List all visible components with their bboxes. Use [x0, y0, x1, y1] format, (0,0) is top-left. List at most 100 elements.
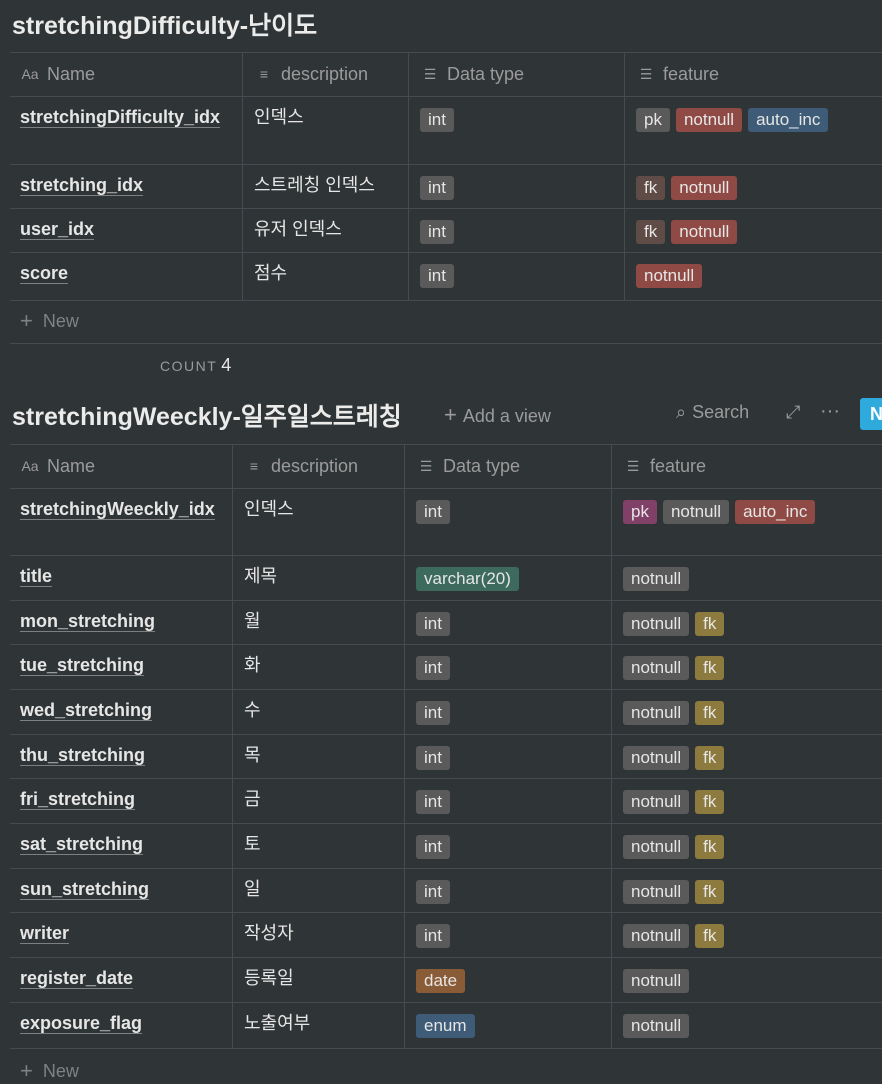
row-description[interactable]: 목 — [244, 742, 261, 768]
row-data-type-cell[interactable]: enum — [416, 1012, 481, 1038]
row-name-cell[interactable]: exposure_flag — [20, 1010, 222, 1036]
row-description[interactable]: 작성자 — [244, 920, 294, 946]
row-name-cell[interactable]: mon_stretching — [20, 608, 222, 634]
row-name-cell[interactable]: wed_stretching — [20, 697, 222, 723]
row-data-type-cell[interactable]: date — [416, 967, 471, 993]
column-header-feature[interactable]: ☰ feature — [623, 444, 706, 488]
row-data-type-cell[interactable]: int — [416, 654, 456, 680]
row-feature-cell[interactable]: notnull fk — [623, 878, 730, 904]
new-row-button[interactable]: + New — [20, 308, 79, 334]
new-button[interactable]: N — [860, 398, 882, 430]
feature-tag: notnull — [623, 656, 690, 680]
expand-icon[interactable]: ⤢ — [786, 402, 800, 423]
row-name-cell[interactable]: tue_stretching — [20, 652, 222, 678]
row-name-cell[interactable]: stretching_idx — [20, 172, 232, 198]
row-name-cell[interactable]: sun_stretching — [20, 876, 222, 902]
add-view-button[interactable]: + Add a view — [444, 402, 551, 428]
row-feature-cell[interactable]: notnull fk — [623, 788, 730, 814]
row-feature-cell[interactable]: notnull — [623, 565, 695, 591]
row-feature-cell[interactable]: fk notnull — [636, 174, 743, 200]
row-feature-cell[interactable]: notnull — [623, 967, 695, 993]
row-data-type-cell[interactable]: int — [416, 788, 456, 814]
list-icon: ☰ — [419, 457, 433, 474]
row-description[interactable]: 화 — [244, 652, 261, 678]
row-description[interactable]: 일 — [244, 876, 261, 902]
row-name-cell[interactable]: user_idx — [20, 216, 232, 242]
row-feature-cell[interactable]: notnull fk — [623, 654, 730, 680]
row-data-type-cell[interactable]: int — [416, 699, 456, 725]
row-divider — [10, 778, 882, 779]
feature-tag: notnull — [623, 746, 690, 770]
row-feature-cell[interactable]: fk notnull — [636, 218, 743, 244]
row-data-type-cell[interactable]: int — [416, 922, 456, 948]
search-button[interactable]: ⌕ Search — [676, 402, 749, 423]
database-title[interactable]: stretchingWeeckly-일주일스트레칭 — [12, 397, 402, 433]
count-summary[interactable]: COUNT 4 — [160, 355, 231, 376]
row-description[interactable]: 월 — [244, 608, 261, 634]
row-name-cell[interactable]: fri_stretching — [20, 786, 222, 812]
row-feature-cell[interactable]: notnull fk — [623, 699, 730, 725]
row-description[interactable]: 인덱스 — [254, 104, 304, 130]
row-description[interactable]: 스트레칭 인덱스 — [254, 172, 375, 198]
row-feature-cell[interactable]: notnull — [623, 1012, 695, 1038]
column-header-name[interactable]: Aa Name — [20, 52, 95, 96]
feature-tag: notnull — [623, 924, 690, 948]
column-header-description[interactable]: ≡ description — [244, 444, 358, 488]
more-options-icon[interactable]: ··· — [820, 400, 840, 423]
row-data-type-cell[interactable]: int — [416, 833, 456, 859]
column-header-data-type[interactable]: ☰ Data type — [416, 444, 520, 488]
row-description[interactable]: 노출여부 — [244, 1010, 310, 1036]
row-description[interactable]: 금 — [244, 786, 261, 812]
row-name-cell[interactable]: stretchingWeeckly_idx — [20, 496, 222, 522]
row-name-cell[interactable]: score — [20, 260, 232, 286]
row-data-type-cell[interactable]: int — [420, 262, 460, 288]
row-name-cell[interactable]: writer — [20, 920, 222, 946]
row-name-cell[interactable]: sat_stretching — [20, 831, 222, 857]
row-description[interactable]: 점수 — [254, 260, 287, 286]
row-description[interactable]: 등록일 — [244, 965, 294, 991]
row-divider — [10, 1002, 882, 1003]
column-header-data-type[interactable]: ☰ Data type — [420, 52, 524, 96]
row-description[interactable]: 유저 인덱스 — [254, 216, 342, 242]
row-data-type-cell[interactable]: int — [416, 744, 456, 770]
feature-tag: fk — [695, 746, 725, 770]
row-name-cell[interactable]: register_date — [20, 965, 222, 991]
plus-icon: + — [20, 308, 33, 333]
row-data-type-cell[interactable]: int — [420, 106, 460, 132]
row-data-type-cell[interactable]: int — [416, 610, 456, 636]
row-description[interactable]: 수 — [244, 697, 261, 723]
row-divider — [10, 644, 882, 645]
row-divider — [10, 868, 882, 869]
database-title[interactable]: stretchingDifficulty-난이도 — [12, 6, 317, 42]
database-table: Aa Name ≡ description ☰ Data type ☰ feat… — [10, 444, 882, 1050]
row-name: fri_stretching — [20, 789, 136, 810]
row-feature-cell[interactable]: notnull fk — [623, 833, 730, 859]
column-header-name[interactable]: Aa Name — [20, 444, 95, 488]
text-type-icon: Aa — [21, 458, 39, 474]
row-description[interactable]: 인덱스 — [244, 496, 294, 522]
row-name-cell[interactable]: title — [20, 563, 222, 589]
row-feature-cell[interactable]: notnull fk — [623, 922, 730, 948]
data-type-tag: int — [416, 701, 450, 725]
row-data-type-cell[interactable]: int — [420, 218, 460, 244]
search-icon: ⌕ — [676, 402, 687, 422]
row-feature-cell[interactable]: notnull fk — [623, 610, 730, 636]
row-feature-cell[interactable]: notnull — [636, 262, 708, 288]
row-description[interactable]: 제목 — [244, 563, 277, 589]
row-feature-cell[interactable]: pk notnull auto_inc — [623, 498, 821, 524]
row-feature-cell[interactable]: notnull fk — [623, 744, 730, 770]
column-header-description[interactable]: ≡ description — [254, 52, 368, 96]
row-description[interactable]: 토 — [244, 831, 261, 857]
row-divider — [10, 208, 882, 209]
row-feature-cell[interactable]: pk notnull auto_inc — [636, 106, 834, 132]
row-name-cell[interactable]: stretchingDifficulty_idx — [20, 104, 232, 130]
row-data-type-cell[interactable]: int — [416, 498, 456, 524]
new-row-button[interactable]: + New — [20, 1058, 79, 1084]
row-name-cell[interactable]: thu_stretching — [20, 742, 222, 768]
data-type-tag: int — [420, 176, 454, 200]
column-header-feature[interactable]: ☰ feature — [636, 52, 719, 96]
data-type-tag: varchar(20) — [416, 567, 519, 591]
row-data-type-cell[interactable]: int — [416, 878, 456, 904]
row-data-type-cell[interactable]: int — [420, 174, 460, 200]
row-data-type-cell[interactable]: varchar(20) — [416, 565, 525, 591]
